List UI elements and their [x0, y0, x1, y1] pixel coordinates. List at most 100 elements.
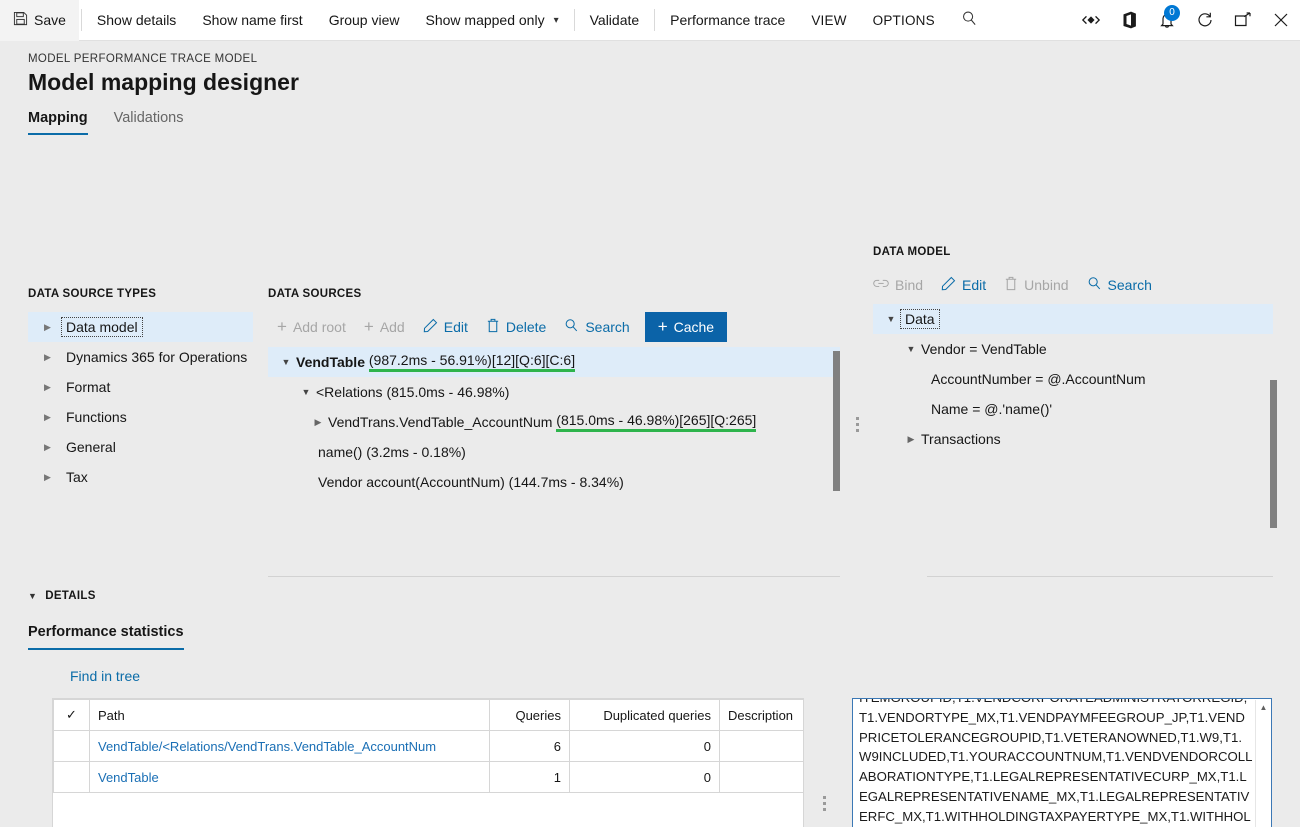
column-header-queries[interactable]: Queries — [489, 699, 570, 731]
chevron-right-icon: ▶ — [44, 321, 51, 332]
find-in-tree-link[interactable]: Find in tree — [28, 668, 1273, 684]
sidebar-item-general[interactable]: ▶ General — [28, 432, 253, 462]
add-label: Add — [379, 318, 405, 335]
tree-node-vendtable[interactable]: ▼ VendTable (987.2ms - 56.91%)[12][Q:6][… — [268, 347, 840, 377]
details-header[interactable]: ▼ DETAILS — [28, 590, 1273, 602]
tab-mapping[interactable]: Mapping — [28, 110, 88, 135]
tab-validations[interactable]: Validations — [114, 110, 184, 135]
delete-button[interactable]: Delete — [477, 312, 555, 342]
search-button[interactable]: Search — [1078, 271, 1161, 299]
data-sources-scrollbar[interactable] — [833, 351, 840, 491]
sidebar-item-label: Tax — [66, 469, 88, 485]
notifications-icon[interactable]: 0 — [1148, 0, 1186, 41]
edit-button[interactable]: Edit — [414, 312, 477, 342]
cell-duplicated-queries: 0 — [569, 761, 720, 793]
details-splitter-handle[interactable] — [823, 796, 826, 811]
sidebar-item-format[interactable]: ▶ Format — [28, 372, 253, 402]
cell-path[interactable]: VendTable — [89, 761, 490, 793]
command-bar: Save Show details Show name first Group … — [0, 0, 1300, 41]
path-link[interactable]: VendTable — [98, 770, 159, 785]
column-header-description[interactable]: Description — [719, 699, 803, 731]
view-menu[interactable]: VIEW — [798, 0, 859, 41]
row-checkbox[interactable] — [53, 761, 90, 793]
toolbar-divider — [573, 9, 575, 31]
close-icon[interactable] — [1262, 0, 1300, 41]
search-label: Search — [1107, 277, 1152, 293]
page-header: MODEL PERFORMANCE TRACE MODEL Model mapp… — [0, 41, 1300, 135]
tab-performance-statistics[interactable]: Performance statistics — [28, 624, 184, 650]
tree-node-accountnumber[interactable]: AccountNumber = @.AccountNum — [873, 364, 1273, 394]
show-details-button[interactable]: Show details — [84, 0, 189, 41]
sidebar-item-data-model[interactable]: ▶ Data model — [28, 312, 253, 342]
sidebar-item-tax[interactable]: ▶ Tax — [28, 462, 253, 492]
search-button[interactable] — [948, 0, 991, 41]
add-root-label: Add root — [292, 318, 346, 335]
tree-node-data[interactable]: ▼ Data — [873, 304, 1273, 334]
add-button[interactable]: + Add — [355, 313, 414, 341]
edit-button[interactable]: Edit — [932, 271, 995, 299]
options-menu[interactable]: OPTIONS — [860, 0, 948, 41]
popout-icon[interactable] — [1224, 0, 1262, 41]
bind-button[interactable]: Bind — [873, 272, 932, 298]
tree-node-label: AccountNumber = @.AccountNum — [931, 371, 1146, 387]
save-button[interactable]: Save — [0, 0, 79, 41]
show-name-first-button[interactable]: Show name first — [189, 0, 315, 41]
table-row[interactable]: VendTable 1 0 — [53, 761, 803, 793]
panel-splitter-handle[interactable] — [856, 417, 859, 432]
search-button[interactable]: Search — [555, 312, 638, 342]
chevron-down-icon[interactable]: ▼ — [276, 357, 296, 367]
refresh-icon[interactable] — [1186, 0, 1224, 41]
data-model-scrollbar[interactable] — [1270, 380, 1277, 528]
sidebar-item-functions[interactable]: ▶ Functions — [28, 402, 253, 432]
unbind-button[interactable]: Unbind — [995, 271, 1077, 299]
group-view-button[interactable]: Group view — [316, 0, 413, 41]
row-checkbox[interactable] — [53, 730, 90, 762]
unbind-label: Unbind — [1024, 277, 1069, 293]
chevron-down-icon[interactable]: ▼ — [901, 344, 921, 354]
chevron-right-icon: ▶ — [44, 381, 51, 392]
tree-node-vendtrans-vendtable-accountnum[interactable]: ▶ VendTrans.VendTable_AccountNum (815.0m… — [268, 407, 840, 437]
chevron-right-icon[interactable]: ▶ — [901, 434, 921, 445]
path-link[interactable]: VendTable/<Relations/VendTrans.VendTable… — [98, 739, 436, 754]
cache-button[interactable]: + Cache — [644, 311, 728, 342]
data-model-label: DATA MODEL — [873, 246, 951, 258]
validate-button[interactable]: Validate — [577, 0, 653, 41]
cell-path[interactable]: VendTable/<Relations/VendTrans.VendTable… — [89, 730, 490, 762]
show-mapped-only-dropdown[interactable]: Show mapped only ▾ — [413, 0, 572, 41]
page-title: Model mapping designer — [28, 69, 299, 95]
tree-node-label: Vendor = VendTable — [921, 341, 1047, 357]
sidebar-item-label: Data model — [61, 317, 143, 337]
table-header-row: ✓ Path Queries Duplicated queries Descri… — [53, 699, 803, 731]
notification-badge: 0 — [1164, 4, 1180, 21]
chevron-down-icon[interactable]: ▼ — [296, 387, 316, 397]
tree-node-relations[interactable]: ▼ <Relations (815.0ms - 46.98%) — [268, 377, 840, 407]
tree-node-name-function[interactable]: name() (3.2ms - 0.18%) — [268, 437, 840, 467]
tree-node-vendor-account[interactable]: Vendor account(AccountNum) (144.7ms - 8.… — [268, 467, 840, 497]
scroll-up-arrow-icon[interactable]: ▲ — [1256, 700, 1271, 715]
sql-statement-panel[interactable]: ITEMGROUPID,T1.VENDCORPORATEADMINISTRATO… — [852, 698, 1272, 827]
sidebar-item-label: Functions — [66, 409, 127, 425]
sql-scrollbar[interactable]: ▲ ▼ — [1255, 700, 1270, 827]
chevron-right-icon: ▶ — [44, 351, 51, 362]
tree-node-name[interactable]: Name = @.'name()' — [873, 394, 1273, 424]
sidebar-item-dynamics-365-for-operations[interactable]: ▶ Dynamics 365 for Operations — [28, 342, 253, 372]
performance-trace-button[interactable]: Performance trace — [657, 0, 798, 41]
column-header-duplicated-queries[interactable]: Duplicated queries — [569, 699, 720, 731]
settings-diamond-icon[interactable] — [1072, 0, 1110, 41]
table-row[interactable]: VendTable/<Relations/VendTrans.VendTable… — [53, 730, 803, 762]
select-all-checkbox[interactable]: ✓ — [53, 699, 90, 731]
chevron-right-icon: ▶ — [44, 441, 51, 452]
show-name-first-label: Show name first — [202, 12, 303, 28]
tree-node-transactions[interactable]: ▶ Transactions — [873, 424, 1273, 454]
pencil-icon — [423, 318, 438, 336]
add-root-button[interactable]: + Add root — [268, 313, 355, 341]
tree-node-vendor[interactable]: ▼ Vendor = VendTable — [873, 334, 1273, 364]
chevron-down-icon[interactable]: ▼ — [881, 314, 901, 324]
save-label: Save — [34, 12, 66, 28]
tree-node-name: VendTrans.VendTable_AccountNum — [328, 414, 553, 430]
column-header-path[interactable]: Path — [89, 699, 490, 731]
sidebar-item-label: Format — [66, 379, 111, 395]
chevron-right-icon[interactable]: ▶ — [308, 417, 328, 428]
office-app-icon[interactable] — [1110, 0, 1148, 41]
chevron-down-icon: ▼ — [28, 591, 38, 601]
